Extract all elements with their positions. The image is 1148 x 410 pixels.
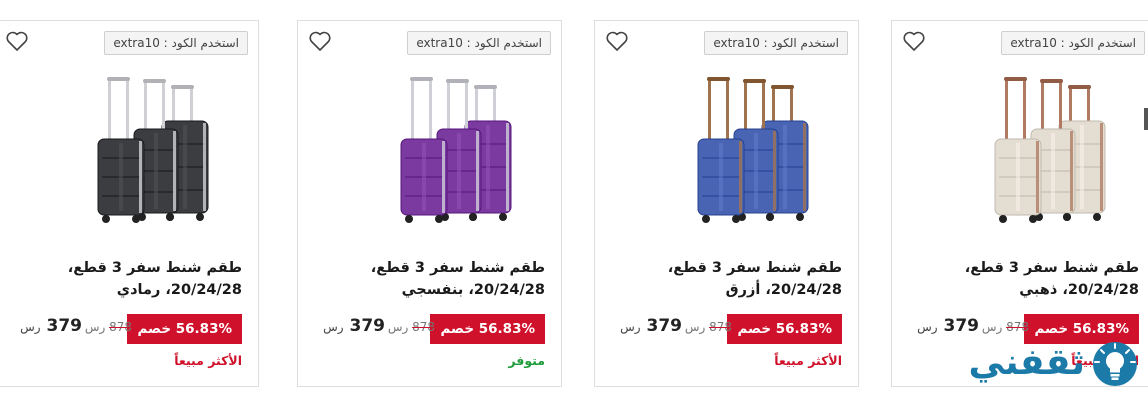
old-price: 878 رس	[387, 320, 435, 334]
product-card[interactable]: استخدم الكود : extra10 طقم شنط سفر 3 قطع…	[891, 20, 1148, 387]
coupon-badge: استخدم الكود : extra10	[1001, 31, 1145, 55]
product-title[interactable]: طقم شنط سفر 3 قطع، 20/24/28، أزرق	[612, 257, 842, 301]
watermark-logo: ثقفني	[932, 340, 1147, 400]
product-title[interactable]: طقم شنط سفر 3 قطع، 20/24/28، رمادي	[12, 257, 242, 301]
product-image[interactable]	[947, 73, 1122, 233]
product-image[interactable]	[50, 73, 225, 233]
coupon-badge: استخدم الكود : extra10	[704, 31, 848, 55]
status-label: متوفر	[508, 353, 545, 368]
status-label: الأكثر مبيعاً	[774, 353, 842, 368]
discount-badge: 56.83% خصم	[727, 314, 842, 344]
coupon-badge: استخدم الكود : extra10	[104, 31, 248, 55]
watermark-text: ثقفني	[968, 342, 1085, 383]
discount-badge: 56.83% خصم	[127, 314, 242, 344]
product-title[interactable]: طقم شنط سفر 3 قطع، 20/24/28، بنفسجي	[315, 257, 545, 301]
suitcase-shape	[697, 77, 745, 223]
coupon-badge: استخدم الكود : extra10	[407, 31, 551, 55]
current-price: 379 رس	[620, 316, 682, 336]
suitcase-shape	[994, 77, 1042, 223]
current-price: 379 رس	[323, 316, 385, 336]
price-row: 56.83% خصم 878 رس 379 رس	[7, 314, 242, 344]
suitcase-shape	[97, 77, 145, 223]
heart-icon[interactable]	[5, 30, 29, 52]
heart-icon[interactable]	[308, 30, 332, 52]
old-price: 878 رس	[981, 320, 1029, 334]
product-title[interactable]: طقم شنط سفر 3 قطع، 20/24/28، ذهبي	[909, 257, 1139, 301]
old-price: 878 رس	[84, 320, 132, 334]
product-image[interactable]	[650, 73, 825, 233]
product-card[interactable]: استخدم الكود : extra10 طقم شنط سفر 3 قطع…	[297, 20, 562, 387]
product-image[interactable]	[353, 73, 528, 233]
current-price: 379 رس	[917, 316, 979, 336]
discount-badge: 56.83% خصم	[430, 314, 545, 344]
status-label: الأكثر مبيعاً	[174, 353, 242, 368]
old-price: 878 رس	[684, 320, 732, 334]
price-row: 56.83% خصم 878 رس 379 رس	[310, 314, 545, 344]
lightbulb-icon	[1093, 342, 1137, 386]
product-card[interactable]: استخدم الكود : extra10 طقم شنط سفر 3 قطع…	[0, 20, 259, 387]
price-row: 56.83% خصم 878 رس 379 رس	[607, 314, 842, 344]
heart-icon[interactable]	[902, 30, 926, 52]
scroll-indicator[interactable]	[1144, 108, 1148, 130]
suitcase-shape	[400, 77, 448, 223]
current-price: 379 رس	[20, 316, 82, 336]
product-card[interactable]: استخدم الكود : extra10 طقم شنط سفر 3 قطع…	[594, 20, 859, 387]
heart-icon[interactable]	[605, 30, 629, 52]
